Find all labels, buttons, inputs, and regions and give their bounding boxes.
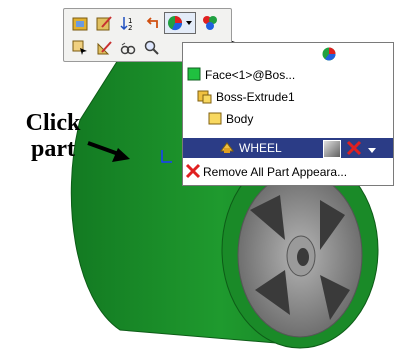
menu-item-label: Face<1>@Bos... — [205, 68, 296, 82]
menu-item-face[interactable]: Face<1>@Bos... — [187, 65, 391, 85]
appearance-balls-icon[interactable] — [200, 13, 220, 33]
zoom-icon[interactable] — [142, 38, 162, 58]
face-icon — [187, 67, 201, 84]
menu-item-label: Body — [226, 112, 254, 126]
callout-line1: Click — [25, 110, 81, 136]
select-icon[interactable] — [70, 38, 90, 58]
back-arrow-icon[interactable] — [142, 13, 162, 33]
menu-item-label: Remove All Part Appeara... — [203, 165, 348, 179]
menu-item-remove-all[interactable]: Remove All Part Appeara... — [185, 162, 391, 182]
remove-appearance-icon[interactable] — [345, 139, 363, 160]
sketch-icon[interactable] — [94, 38, 114, 58]
menu-item-body[interactable]: Body — [207, 109, 387, 129]
appearance-swatch-icon[interactable] — [323, 140, 341, 158]
properties-icon[interactable] — [70, 13, 90, 33]
appearance-dropdown-button[interactable] — [164, 12, 196, 34]
edit-appearance-icon[interactable] — [94, 13, 114, 33]
view-icon[interactable] — [118, 38, 138, 58]
menu-item-label: WHEEL — [239, 141, 282, 155]
sort-icon[interactable]: 12 — [118, 13, 138, 33]
appearance-ball-icon — [321, 46, 337, 66]
part-icon — [219, 139, 235, 158]
menu-item-feature[interactable]: Boss-Extrude1 — [197, 87, 387, 107]
chevron-down-icon[interactable] — [367, 144, 377, 158]
body-icon — [207, 110, 223, 129]
click-part-callout: Click part — [14, 110, 92, 162]
red-x-icon — [185, 163, 201, 182]
appearance-menu: Face<1>@Bos... Boss-Extrude1 Body WHEEL … — [182, 42, 394, 186]
callout-line2: part — [31, 136, 75, 162]
feature-icon — [197, 88, 213, 107]
svg-text:2: 2 — [128, 24, 132, 31]
menu-item-wheel[interactable]: WHEEL — [183, 138, 393, 158]
menu-item-label: Boss-Extrude1 — [216, 90, 295, 104]
